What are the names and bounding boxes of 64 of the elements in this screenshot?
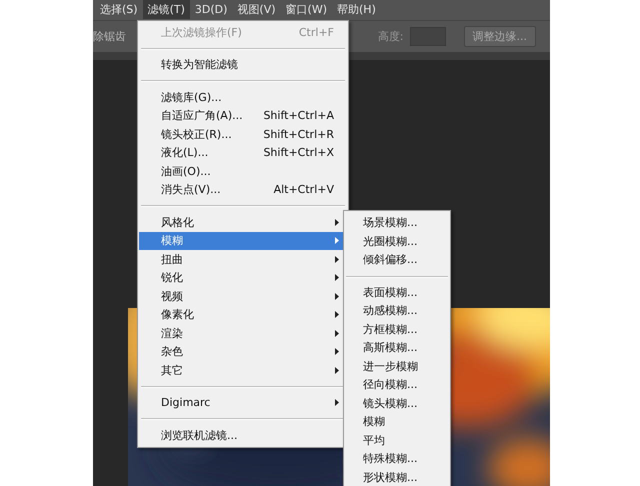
menu-item[interactable]: 动感模糊... (344, 302, 450, 320)
menu-item[interactable]: 表面模糊... (344, 284, 450, 302)
shortcut-label: Alt+Ctrl+V (274, 183, 334, 196)
shortcut-label: Ctrl+F (298, 26, 334, 39)
menu-title[interactable]: 滤镜(T) (142, 0, 190, 20)
shortcut-label: Shift+Ctrl+X (263, 146, 334, 160)
menu-item[interactable]: 高斯模糊... (344, 339, 450, 358)
menu-item-label: 像素化 (161, 307, 195, 322)
menu-item[interactable]: 像素化 (139, 306, 347, 324)
menu-item-label: 其它 (161, 362, 184, 378)
menu-item[interactable]: 渲染 (139, 324, 347, 342)
menu-item-label: 自适应广角(A)... (161, 108, 244, 124)
menu-title[interactable]: 视图(V) (232, 0, 281, 20)
menu-item[interactable]: 风格化 (139, 213, 347, 232)
menu-item[interactable]: 扭曲 (139, 250, 347, 268)
menu-item[interactable]: 形状模糊... (344, 468, 450, 486)
menu-title[interactable]: 3D(D) (190, 0, 232, 20)
menu-item[interactable]: 消失点(V)... Alt+Ctrl+V (139, 180, 347, 199)
menu-item[interactable]: 光圈模糊... (344, 232, 450, 251)
menu-item[interactable]: Digimarc (139, 394, 347, 412)
menu-item-label: 视频 (161, 288, 184, 304)
menu-item[interactable]: 油画(O)... (139, 162, 347, 180)
menu-item-label: 上次滤镜操作(F) (161, 24, 243, 40)
menu-item[interactable]: 自适应广角(A)... Shift+Ctrl+A (139, 106, 347, 125)
menu-item-label: 液化(L)... (161, 145, 210, 160)
menu-item[interactable]: 视频 (139, 287, 347, 306)
shortcut-label: Shift+Ctrl+R (263, 128, 334, 141)
menu-item[interactable]: 转换为智能滤镜 (139, 56, 347, 74)
menu-item[interactable]: 镜头模糊... (344, 394, 450, 413)
menu-item[interactable]: 锐化 (139, 268, 347, 287)
menu-item[interactable]: 液化(L)... Shift+Ctrl+X (139, 144, 347, 162)
height-label: 高度: (378, 28, 404, 44)
menu-item-label: 风格化 (161, 214, 195, 230)
menu-item[interactable]: 进一步模糊 (344, 358, 450, 376)
menu-item-label: 转换为智能滤镜 (161, 57, 239, 72)
menu-item[interactable]: 滤镜库(G)... (139, 88, 347, 106)
menu-item[interactable]: 方框模糊... (344, 320, 450, 339)
menu-item-label: 滤镜库(G)... (161, 90, 223, 105)
antialias-label: 除锯齿 (93, 28, 126, 44)
menu-title[interactable]: 帮助(H) (332, 0, 381, 20)
menu-item-label: 渲染 (161, 326, 184, 341)
menu-item[interactable]: 杂色 (139, 342, 347, 361)
menu-title[interactable]: 窗口(W) (280, 0, 332, 20)
menu-title[interactable]: 选择(S) (95, 0, 143, 20)
menu-item-label: 锐化 (161, 270, 184, 286)
menu-item-label: 镜头校正(R)... (161, 126, 233, 142)
menu-item[interactable]: 倾斜偏移... (344, 251, 450, 270)
menu-item[interactable]: 平均 (344, 432, 450, 450)
menu-item[interactable]: 场景模糊... (344, 214, 450, 232)
menu-item-label: 模糊 (161, 233, 184, 248)
height-field[interactable] (410, 26, 446, 46)
menu-item-label: Digimarc (161, 396, 212, 410)
menu-item[interactable]: 镜头校正(R)... Shift+Ctrl+R (139, 125, 347, 144)
menu-item[interactable]: 浏览联机滤镜... (139, 426, 347, 444)
menu-item-label: 消失点(V)... (161, 182, 222, 198)
menu-item-label: 杂色 (161, 344, 184, 360)
menu-item[interactable]: 其它 (139, 361, 347, 380)
menu-item[interactable]: 特殊模糊... (344, 450, 450, 468)
menu-item-label: 扭曲 (161, 252, 184, 267)
menu-item[interactable]: 径向模糊... (344, 376, 450, 394)
menu-item-label: 浏览联机滤镜... (161, 428, 238, 443)
shortcut-label: Shift+Ctrl+A (263, 109, 334, 122)
menu-item-label: 油画(O)... (161, 164, 212, 179)
menu-item[interactable]: 模糊 (344, 413, 450, 432)
